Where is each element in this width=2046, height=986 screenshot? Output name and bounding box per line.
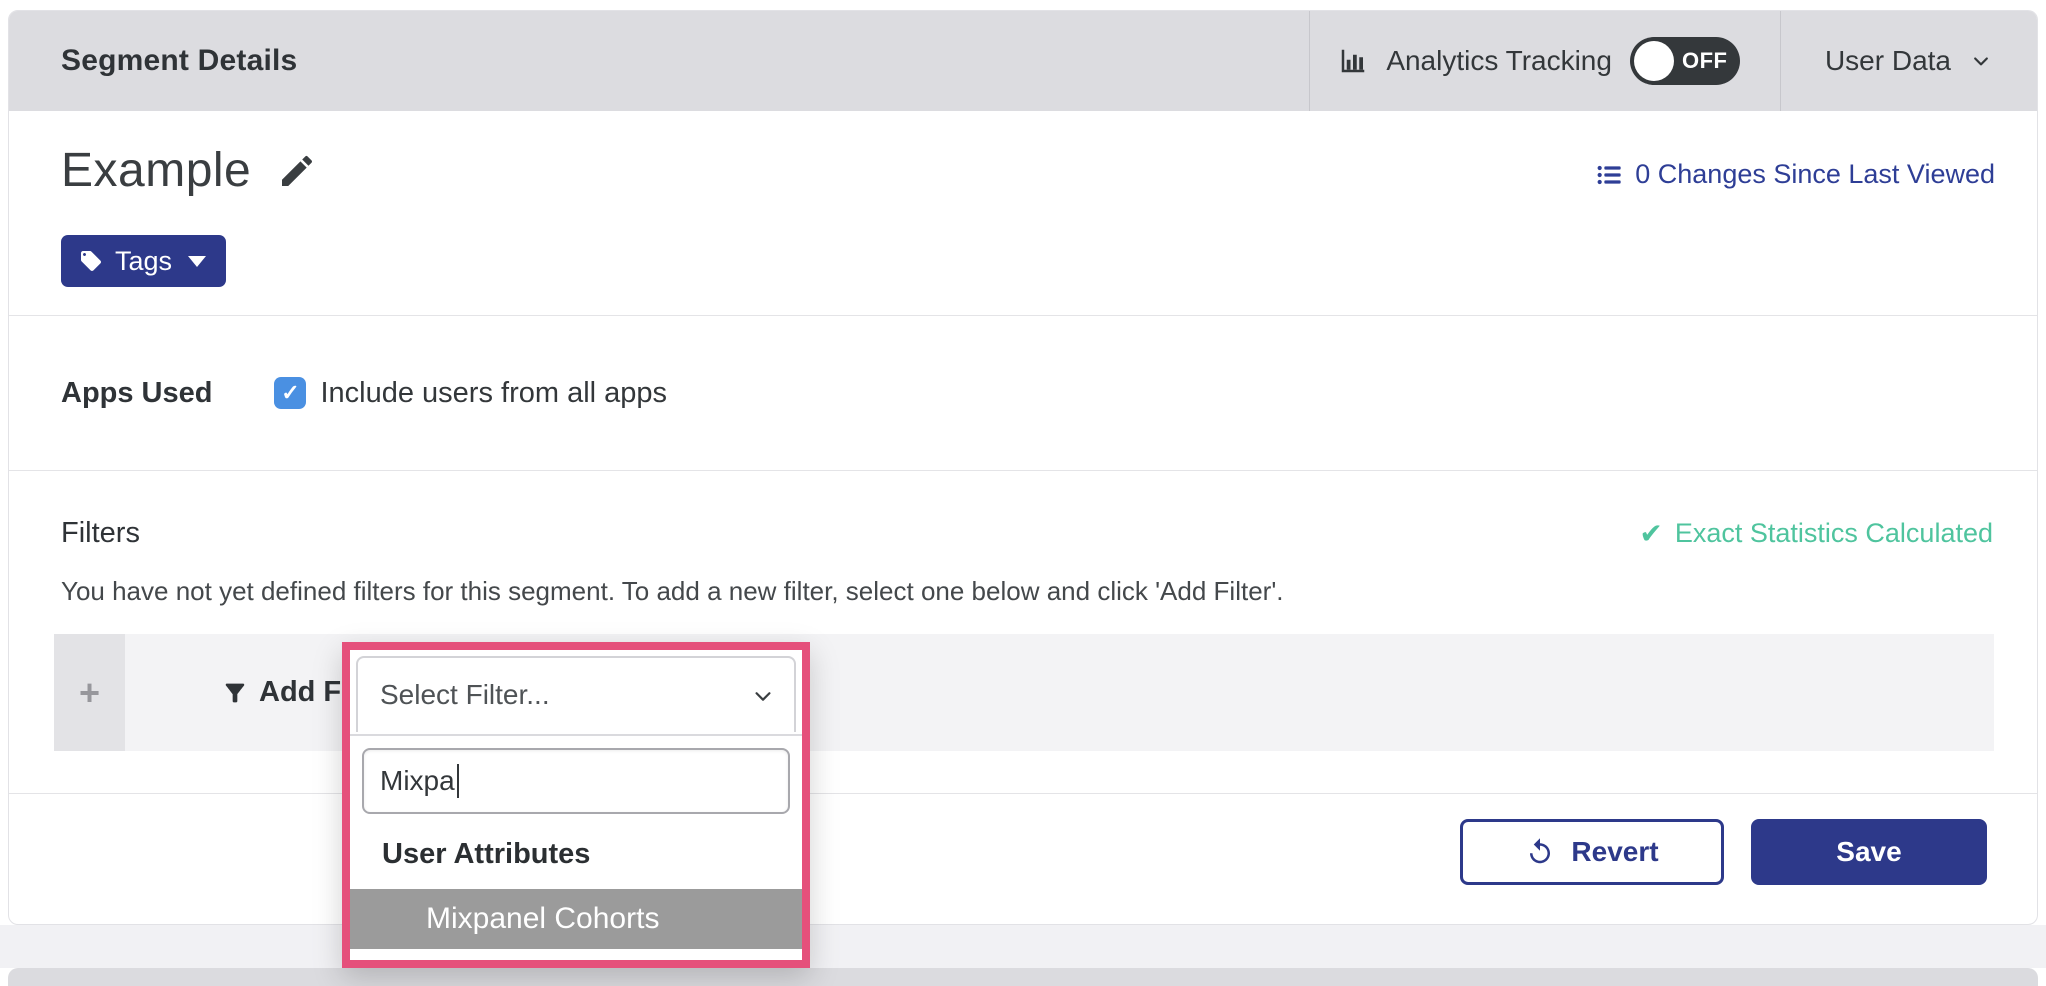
- filters-section: Filters ✔ Exact Statistics Calculated Yo…: [9, 471, 2037, 925]
- filter-search-input[interactable]: Mixpa: [362, 748, 790, 814]
- chevron-down-icon: [1971, 51, 1991, 71]
- page-title: Segment Details: [9, 44, 1309, 78]
- segment-name: Example: [61, 143, 251, 198]
- edit-pencil-icon[interactable]: [277, 151, 317, 191]
- exact-statistics-label: Exact Statistics Calculated: [1675, 518, 1993, 549]
- chevron-down-icon: [752, 685, 772, 705]
- revert-button[interactable]: Revert: [1460, 819, 1724, 885]
- save-button-label: Save: [1836, 836, 1901, 868]
- next-panel-header: [8, 968, 2038, 986]
- include-all-apps-label: Include users from all apps: [320, 377, 667, 410]
- segment-title-section: Example Tags 0 Changes Since Last Viewed: [9, 111, 2037, 316]
- plus-icon: +: [79, 672, 100, 714]
- tag-icon: [79, 249, 103, 273]
- select-filter-dropdown[interactable]: Select Filter...: [356, 656, 796, 732]
- filter-search-value: Mixpa: [380, 765, 455, 797]
- check-glyph: ✓: [281, 380, 299, 406]
- card-header: Segment Details Analytics Tracking OFF U…: [9, 11, 2037, 111]
- apps-used-label: Apps Used: [61, 377, 212, 410]
- analytics-tracking-label: Analytics Tracking: [1386, 45, 1612, 77]
- analytics-tracking-section: Analytics Tracking OFF: [1309, 11, 1780, 111]
- include-all-apps-checkbox-group[interactable]: ✓ Include users from all apps: [274, 377, 667, 410]
- user-data-dropdown[interactable]: User Data: [1780, 11, 2037, 111]
- changes-since-last-viewed-link[interactable]: 0 Changes Since Last Viewed: [1595, 159, 1995, 190]
- dropdown-option-mixpanel-cohorts[interactable]: Mixpanel Cohorts: [350, 889, 802, 949]
- user-data-label: User Data: [1825, 45, 1951, 77]
- dropdown-group-label: User Attributes: [350, 814, 802, 889]
- funnel-icon: [221, 679, 249, 707]
- select-filter-placeholder: Select Filter...: [380, 679, 550, 711]
- check-icon: ✔: [1639, 517, 1662, 550]
- segment-details-card: Segment Details Analytics Tracking OFF U…: [8, 10, 2038, 925]
- text-cursor: [457, 764, 459, 798]
- changes-link-label: 0 Changes Since Last Viewed: [1635, 159, 1995, 190]
- toggle-knob: [1634, 41, 1674, 81]
- segment-details-page: Segment Details Analytics Tracking OFF U…: [0, 0, 2046, 986]
- analytics-tracking-toggle[interactable]: OFF: [1630, 37, 1740, 85]
- checkbox-checked-icon[interactable]: ✓: [274, 377, 306, 409]
- footer-divider: [9, 793, 2037, 794]
- tags-button-label: Tags: [115, 246, 172, 277]
- revert-button-label: Revert: [1571, 836, 1658, 868]
- filter-select-highlight-box: Select Filter... Mixpa User Attributes M…: [342, 642, 810, 968]
- tags-button[interactable]: Tags: [61, 235, 226, 287]
- revert-icon: [1525, 837, 1555, 867]
- caret-down-icon: [188, 256, 206, 267]
- list-icon: [1595, 161, 1623, 189]
- bar-chart-icon: [1338, 46, 1368, 76]
- page-background-gap: [0, 925, 2046, 968]
- filters-heading: Filters: [61, 517, 140, 550]
- save-button[interactable]: Save: [1751, 819, 1987, 885]
- filters-description: You have not yet defined filters for thi…: [9, 550, 2037, 607]
- filter-dropdown-panel: Mixpa User Attributes Mixpanel Cohorts: [350, 734, 802, 960]
- toggle-state-label: OFF: [1682, 48, 1728, 74]
- add-filter-plus-button[interactable]: +: [54, 634, 125, 751]
- apps-used-section: Apps Used ✓ Include users from all apps: [9, 316, 2037, 471]
- exact-statistics-status: ✔ Exact Statistics Calculated: [1639, 517, 1993, 550]
